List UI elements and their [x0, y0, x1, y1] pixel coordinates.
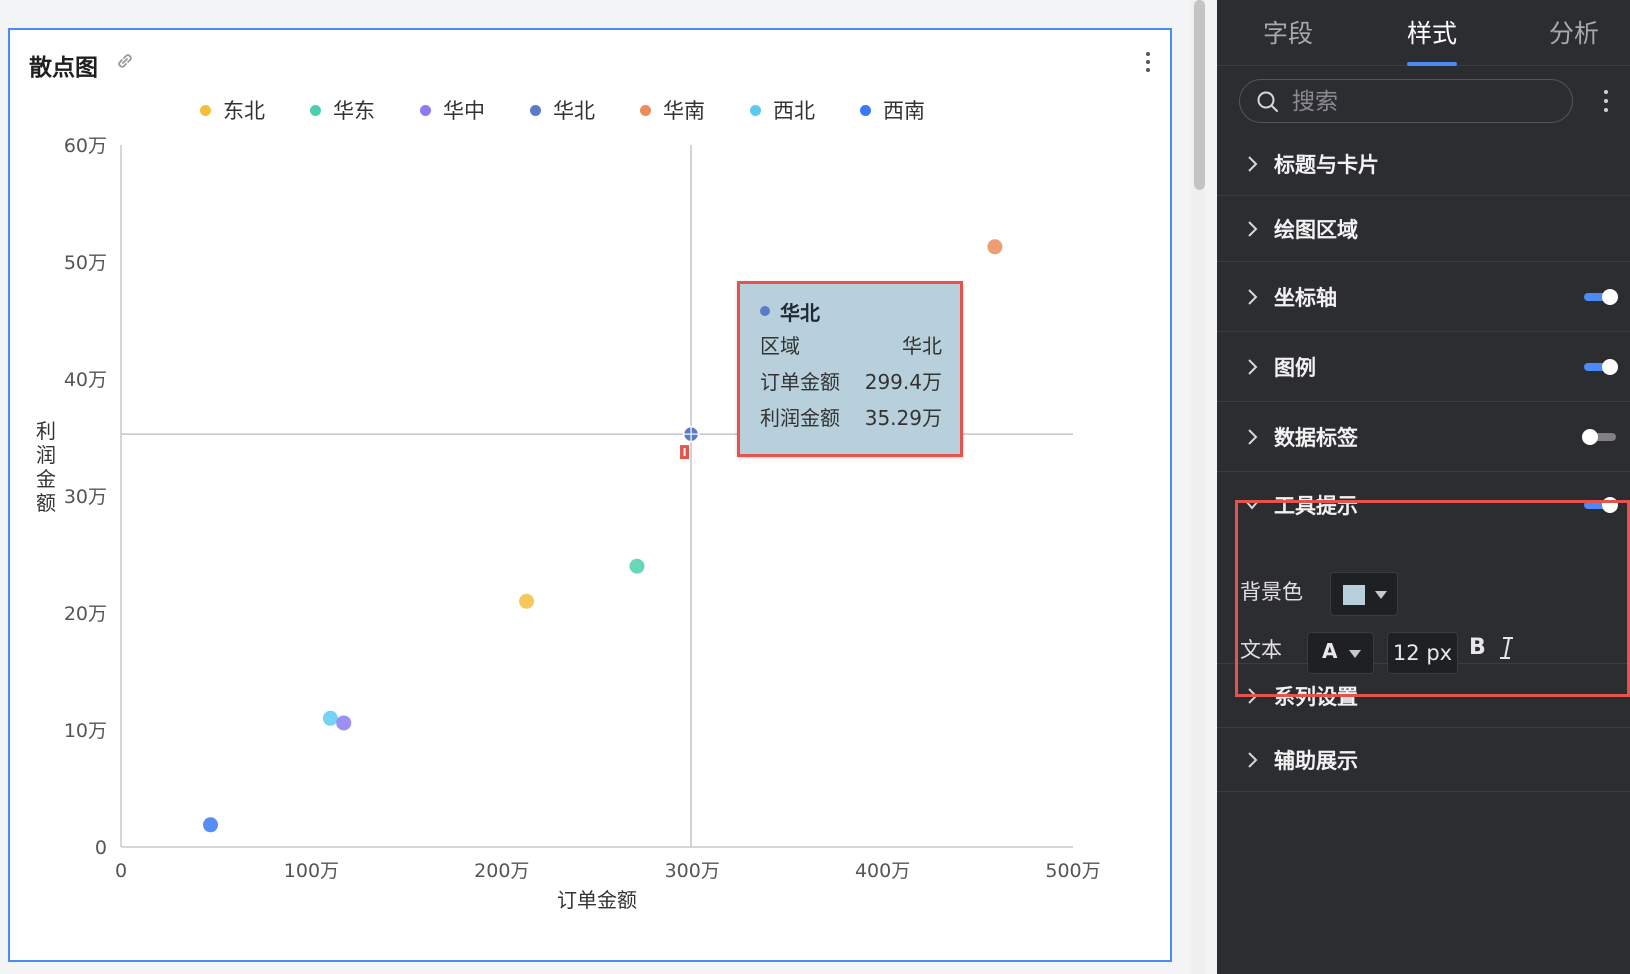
tab-fields[interactable]: 字段	[1263, 14, 1313, 50]
tooltip-row-label: 利润金额	[760, 405, 840, 430]
x-tick-label: 500万	[1045, 860, 1100, 882]
panel-more-icon[interactable]	[1602, 88, 1610, 114]
y-tick-label: 50万	[64, 252, 107, 274]
bg-color-swatch	[1343, 585, 1365, 605]
y-tick-label: 0	[95, 837, 107, 859]
scatter-plot: 0 100万 200万 300万 400万 500万 0 10万 20万 30万 40万 50万 60万…	[36, 135, 1101, 912]
toggle-data-labels[interactable]	[1582, 429, 1616, 445]
x-tick-label: 300万	[665, 860, 720, 882]
scatter-point[interactable]	[322, 710, 338, 726]
y-tick-label: 30万	[64, 486, 107, 508]
section-label: 数据标签	[1274, 426, 1358, 450]
font-color-letter: A	[1322, 639, 1338, 663]
chart-card[interactable]: 散点图 东北 华东 华中 华北 华南 西北 西南 0 100万 200万 300万 400万 500万…	[8, 28, 1172, 962]
text-style-label: 文本	[1240, 638, 1282, 662]
scatter-point[interactable]	[202, 817, 218, 833]
bg-color-label: 背景色	[1240, 580, 1303, 604]
y-tick-label: 40万	[64, 369, 107, 391]
toggle-knob	[1582, 429, 1598, 445]
section-auxiliary-display: 辅助展示	[1217, 728, 1630, 792]
font-color-picker[interactable]: A	[1307, 632, 1374, 674]
search-input[interactable]	[1292, 86, 1562, 118]
tooltip-title-text: 华北	[780, 300, 820, 325]
section-label: 绘图区域	[1274, 218, 1358, 242]
toggle-axis[interactable]	[1584, 289, 1618, 305]
x-tick-label: 200万	[474, 860, 529, 882]
scrollbar-thumb[interactable]	[1194, 0, 1205, 190]
section-label: 坐标轴	[1274, 286, 1337, 310]
tooltip-row: 区域 华北	[760, 326, 942, 362]
tab-analysis[interactable]: 分析	[1549, 14, 1599, 50]
section-header-plot-area[interactable]: 绘图区域	[1217, 196, 1630, 262]
y-tick-label: 10万	[64, 720, 107, 742]
section-label: 辅助展示	[1274, 749, 1358, 773]
x-tick-label: 0	[115, 860, 127, 882]
y-tick-label: 20万	[64, 603, 107, 625]
tooltip-row-label: 区域	[760, 333, 800, 358]
scatter-point[interactable]	[519, 593, 535, 609]
tooltip-row-value: 华北	[902, 333, 942, 358]
section-label: 图例	[1274, 356, 1316, 380]
tooltip-row: 订单金额 299.4万	[760, 362, 942, 398]
tab-style[interactable]: 样式	[1407, 14, 1457, 50]
search-box[interactable]	[1239, 79, 1573, 123]
bold-button[interactable]: B	[1469, 635, 1486, 660]
section-header-title-card[interactable]: 标题与卡片	[1217, 132, 1630, 196]
toggle-knob	[1602, 289, 1618, 305]
bg-color-picker[interactable]	[1330, 572, 1398, 616]
section-data-labels: 数据标签	[1217, 402, 1630, 472]
active-tab-indicator	[1407, 62, 1457, 66]
toggle-legend[interactable]	[1584, 359, 1618, 375]
section-header-axis[interactable]: 坐标轴	[1217, 262, 1630, 332]
tooltip-row-value: 35.29万	[864, 405, 942, 430]
toggle-knob	[1602, 359, 1618, 375]
search-icon	[1257, 91, 1278, 112]
caret-down-icon	[1375, 591, 1387, 599]
section-label: 标题与卡片	[1274, 153, 1379, 177]
x-tick-label: 400万	[855, 860, 910, 882]
section-header-legend[interactable]: 图例	[1217, 332, 1630, 402]
scatter-point[interactable]	[336, 715, 352, 731]
chevron-right-icon	[1248, 359, 1258, 375]
scatter-point[interactable]	[629, 558, 645, 574]
tooltip-row-value: 299.4万	[864, 369, 942, 394]
tooltip-row: 利润金额 35.29万	[760, 398, 942, 434]
chevron-right-icon	[1248, 429, 1258, 445]
tooltip-title: 华北	[760, 296, 942, 326]
x-axis-title: 订单金额	[557, 888, 637, 912]
chevron-right-icon	[1248, 752, 1258, 768]
chart-workspace: 散点图 东北 华东 华中 华北 华南 西北 西南 0 100万 200万 300万 400万 500万…	[0, 0, 1217, 974]
section-legend: 图例	[1217, 332, 1630, 402]
tooltip-row-label: 订单金额	[760, 369, 840, 394]
x-tick-label: 100万	[284, 860, 339, 882]
section-header-data-labels[interactable]: 数据标签	[1217, 402, 1630, 472]
style-settings-panel: 字段 样式 分析 标题与卡片绘图区域坐标轴图例数据标签工具提示系列设置辅助展示	[1217, 0, 1630, 974]
chevron-right-icon	[1248, 289, 1258, 305]
section-header-auxiliary-display[interactable]: 辅助展示	[1217, 728, 1630, 792]
cursor-marker-bar	[683, 448, 686, 457]
tooltip-series-dot	[760, 306, 770, 316]
y-axis-title: 利润金额	[36, 419, 56, 515]
font-size-input[interactable]	[1387, 632, 1458, 674]
chevron-right-icon	[1248, 156, 1258, 172]
caret-down-icon	[1349, 650, 1361, 658]
y-tick-label: 60万	[64, 135, 107, 157]
scatter-point[interactable]	[987, 239, 1003, 255]
chevron-right-icon	[1248, 221, 1258, 237]
section-axis: 坐标轴	[1217, 262, 1630, 332]
chart-tooltip: 华北 区域 华北 订单金额 299.4万 利润金额 35.29万	[737, 281, 963, 457]
panel-tabs: 字段 样式 分析	[1217, 0, 1630, 66]
section-title-card: 标题与卡片	[1217, 132, 1630, 196]
section-plot-area: 绘图区域	[1217, 196, 1630, 262]
italic-icon[interactable]	[1497, 634, 1517, 662]
